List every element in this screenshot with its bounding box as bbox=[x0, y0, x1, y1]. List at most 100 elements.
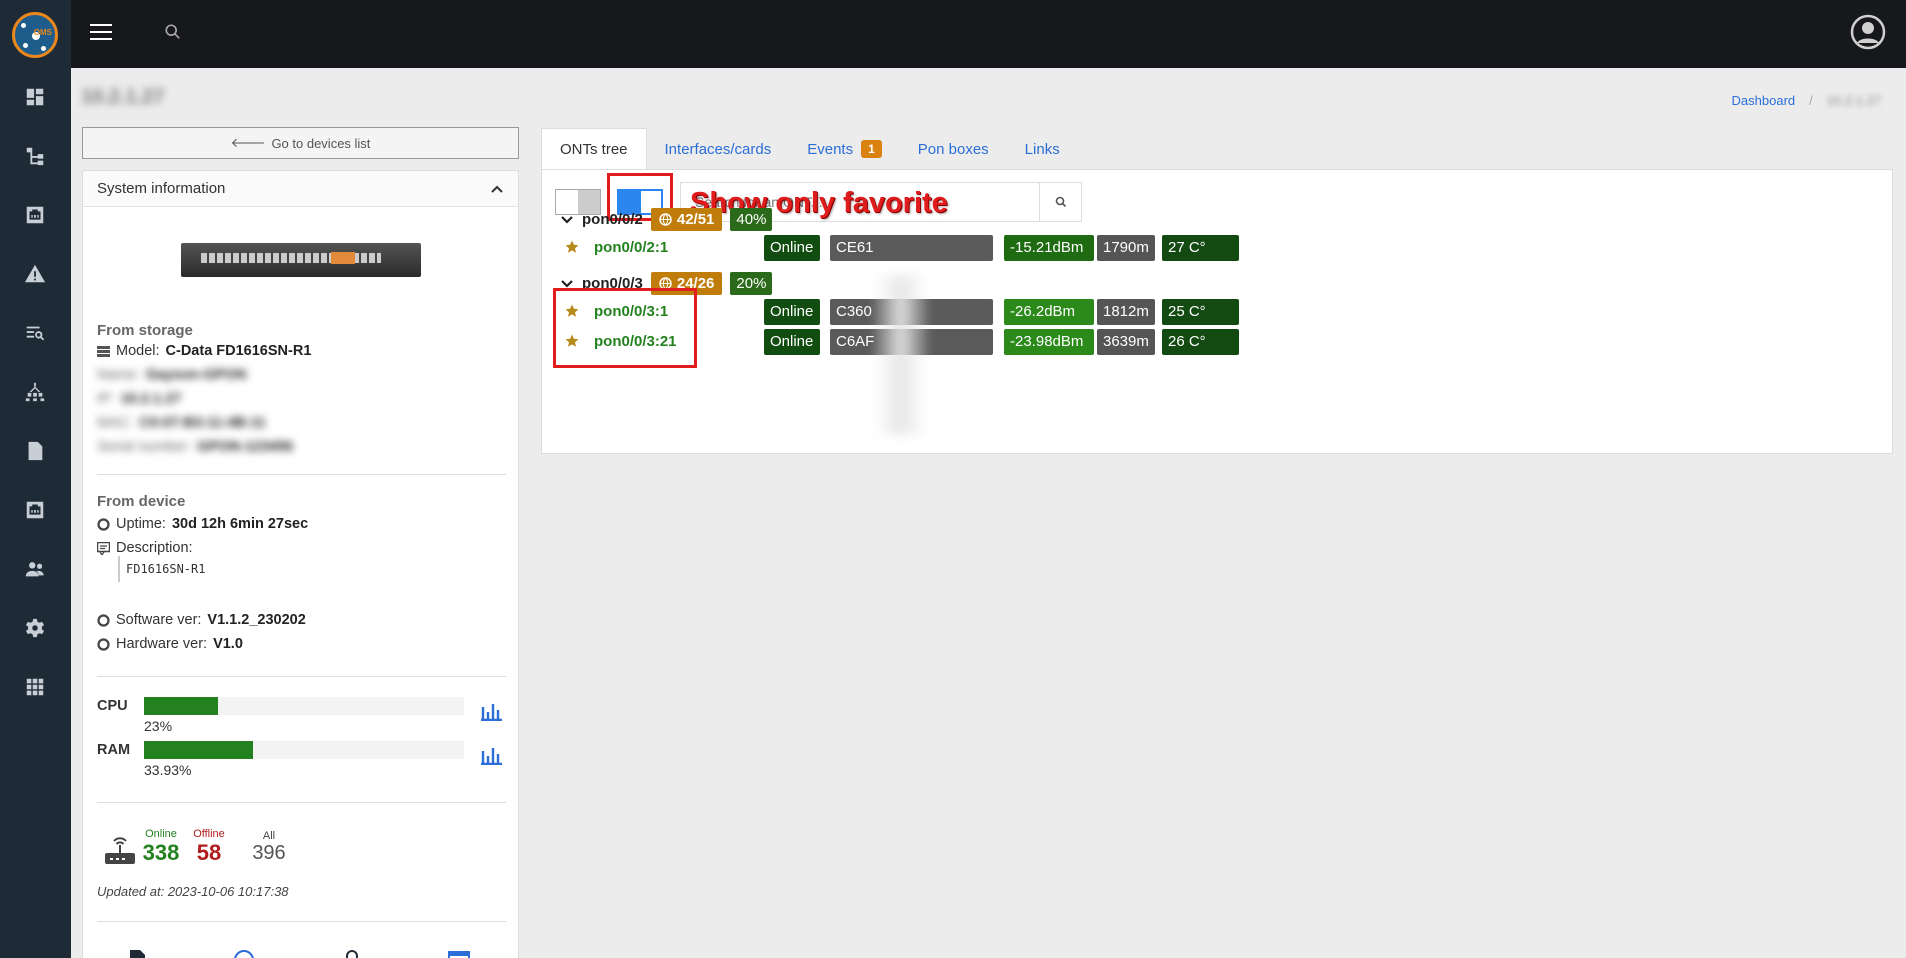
top-navbar bbox=[71, 0, 1906, 68]
star-icon[interactable] bbox=[565, 240, 579, 254]
name-value: Gayson-GPON bbox=[145, 367, 247, 383]
chevron-down-icon[interactable] bbox=[560, 213, 574, 227]
breadcrumb-dashboard-link[interactable]: Dashboard bbox=[1732, 93, 1796, 108]
divider bbox=[97, 802, 506, 803]
search-button[interactable] bbox=[1040, 182, 1082, 222]
description-value: FD1616SN-R1 bbox=[118, 556, 205, 582]
ont-signal: -23.98dBm bbox=[1004, 329, 1094, 355]
redaction-blur bbox=[874, 275, 928, 435]
tab-events[interactable]: Events 1 bbox=[789, 128, 900, 170]
system-info-card: System information From storage Model: C… bbox=[82, 170, 519, 958]
highlight-box bbox=[553, 288, 697, 368]
serial-label: Serial number: bbox=[97, 439, 192, 455]
ont-count: 42/51 bbox=[676, 211, 715, 228]
apps-icon[interactable] bbox=[22, 674, 48, 700]
serial-row: Serial number: GPON-123456 bbox=[97, 439, 293, 455]
ont-temperature: 26 C° bbox=[1162, 329, 1239, 355]
tab-label: Links bbox=[1024, 140, 1060, 158]
tab-pon-boxes[interactable]: Pon boxes bbox=[900, 128, 1007, 170]
router-icon bbox=[105, 837, 135, 864]
mac-value: C0:07:B3:11:4B:11 bbox=[139, 415, 266, 431]
search-icon[interactable] bbox=[164, 23, 184, 43]
events-badge: 1 bbox=[861, 140, 882, 158]
document-icon[interactable] bbox=[22, 438, 48, 464]
tab-label: Events bbox=[807, 140, 854, 158]
settings-icon[interactable] bbox=[22, 615, 48, 641]
ont-status: Online bbox=[764, 299, 820, 325]
cpu-meter bbox=[144, 697, 464, 715]
search-list-icon[interactable] bbox=[22, 320, 48, 346]
warning-icon[interactable] bbox=[22, 261, 48, 287]
ont-distance: 3639m bbox=[1097, 329, 1155, 355]
comment-icon bbox=[97, 541, 110, 555]
breadcrumb: Dashboard / 10.2.1.27 bbox=[1732, 93, 1881, 108]
ip-value: 10.2.1.27 bbox=[120, 391, 182, 407]
file-icon[interactable] bbox=[126, 949, 148, 958]
hardware-row: Hardware ver: V1.0 bbox=[97, 636, 243, 652]
tab-label: Interfaces/cards bbox=[664, 140, 772, 158]
ont-temperature: 27 C° bbox=[1162, 235, 1239, 261]
mac-row: MAC: C0:07:B3:11:4B:11 bbox=[97, 415, 266, 431]
globe-icon[interactable] bbox=[233, 949, 255, 958]
software-value: V1.1.2_230202 bbox=[207, 612, 306, 628]
ont-name[interactable]: pon0/0/2:1 bbox=[594, 239, 668, 256]
tab-links[interactable]: Links bbox=[1007, 128, 1078, 170]
sidebar: OMS bbox=[0, 0, 71, 958]
from-storage-heading: From storage bbox=[97, 322, 193, 339]
go-to-devices-label: Go to devices list bbox=[271, 135, 371, 151]
network-icon[interactable] bbox=[22, 379, 48, 405]
ont-row[interactable]: pon0/0/2:1 Online CE61 -15.21dBm 1790m 2… bbox=[542, 235, 1894, 261]
ont-signal: -26.2dBm bbox=[1004, 299, 1094, 325]
all-count: 396 bbox=[252, 842, 286, 864]
ram-meter-fill bbox=[144, 741, 253, 759]
ip-row: IP: 10.2.1.27 bbox=[97, 391, 181, 407]
app-logo[interactable]: OMS bbox=[12, 12, 58, 58]
name-label: Name: bbox=[97, 367, 140, 383]
users-icon[interactable] bbox=[22, 556, 48, 582]
device-image bbox=[181, 243, 421, 277]
onts-tree-panel: Show only favorite pon0/0/2 42/51 40% po… bbox=[541, 169, 1893, 454]
server-icon bbox=[97, 345, 110, 357]
menu-icon[interactable] bbox=[90, 24, 112, 42]
ports-icon[interactable] bbox=[22, 497, 48, 523]
page-title: 10.2.1.27 bbox=[81, 86, 165, 108]
tab-onts-tree[interactable]: ONTs tree bbox=[541, 128, 647, 170]
updated-at: Updated at: 2023-10-06 10:17:38 bbox=[97, 884, 289, 899]
lock-icon[interactable] bbox=[341, 949, 363, 958]
offline-count-block: Offline 58 bbox=[189, 828, 229, 866]
gear-icon bbox=[97, 613, 110, 627]
ethernet-icon[interactable] bbox=[22, 202, 48, 228]
all-count-block: All 396 bbox=[251, 830, 287, 865]
pon-group-0[interactable]: pon0/0/2 42/51 40% bbox=[560, 208, 773, 231]
dashboard-icon[interactable] bbox=[22, 84, 48, 110]
go-to-devices-button[interactable]: 🡐 Go to devices list bbox=[82, 127, 519, 159]
hardware-value: V1.0 bbox=[213, 636, 243, 652]
ont-row[interactable]: pon0/0/3:1 Online C360 -26.2dBm 1812m 25… bbox=[542, 299, 1894, 325]
ont-row[interactable]: pon0/0/3:21 Online C6AF -23.98dBm 3639m … bbox=[542, 329, 1894, 355]
cpu-chart-icon[interactable] bbox=[480, 701, 502, 721]
ont-distance: 1790m bbox=[1097, 235, 1155, 261]
ram-meter bbox=[144, 741, 464, 759]
online-count-block: Online 338 bbox=[141, 828, 181, 866]
ont-percent-badge: 40% bbox=[730, 208, 773, 231]
uptime-row: Uptime: 30d 12h 6min 27sec bbox=[97, 516, 308, 532]
online-count: 338 bbox=[142, 840, 180, 865]
user-avatar-icon[interactable] bbox=[1850, 14, 1886, 50]
window-icon[interactable] bbox=[448, 949, 470, 958]
ram-chart-icon[interactable] bbox=[480, 745, 502, 765]
tab-interfaces-cards[interactable]: Interfaces/cards bbox=[647, 128, 790, 170]
divider bbox=[97, 474, 506, 475]
gear-icon bbox=[97, 517, 110, 531]
system-info-title: System information bbox=[97, 180, 226, 197]
uptime-value: 30d 12h 6min 27sec bbox=[171, 516, 309, 532]
chevron-up-icon[interactable] bbox=[490, 182, 504, 196]
tab-label: Pon boxes bbox=[917, 140, 989, 158]
breadcrumb-separator: / bbox=[1809, 93, 1813, 108]
description-row: Description: bbox=[97, 540, 193, 556]
description-label: Description: bbox=[116, 540, 193, 556]
ont-status: Online bbox=[764, 329, 820, 355]
cpu-label: CPU bbox=[97, 698, 128, 714]
system-info-header[interactable]: System information bbox=[83, 171, 518, 207]
tree-icon[interactable] bbox=[22, 143, 48, 169]
search-icon bbox=[1055, 196, 1066, 208]
